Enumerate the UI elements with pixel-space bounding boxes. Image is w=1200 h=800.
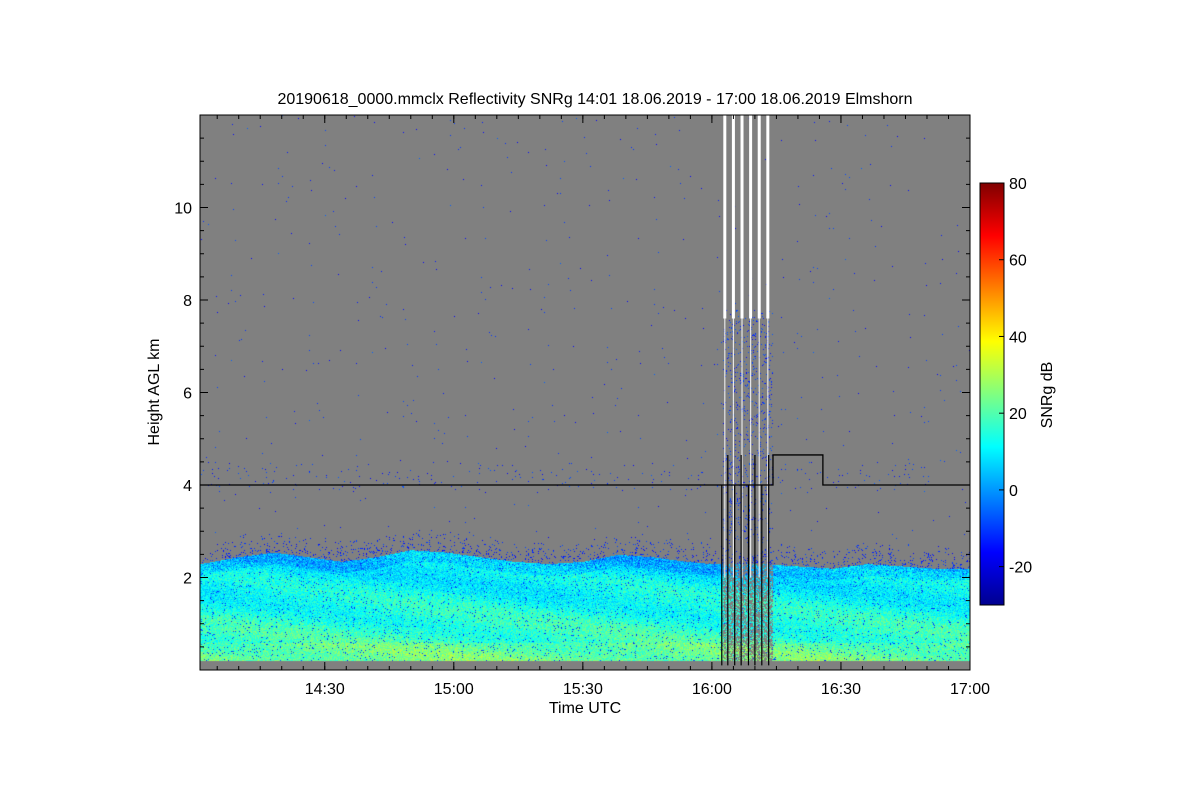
colorbar-tick-label-4: 60 <box>1009 253 1027 270</box>
colorbar-tick-label-3: 40 <box>1009 329 1027 346</box>
x-tick-label-2: 15:30 <box>563 681 603 698</box>
colorbar-tick-label-1: 0 <box>1009 483 1018 500</box>
reflectivity-heatmap <box>200 115 970 670</box>
x-tick-label-0: 14:30 <box>305 681 345 698</box>
y-tick-label-0: 2 <box>183 571 192 588</box>
gap-stripe-1 <box>731 115 735 319</box>
x-tick-label-4: 16:30 <box>821 681 861 698</box>
x-axis-label: Time UTC <box>549 700 621 717</box>
snr-chart: 20190618_0000.mmclx Reflectivity SNRg 14… <box>146 91 1056 717</box>
colorbar-label: SNRg dB <box>1039 362 1056 429</box>
gap-stripe-lower-1 <box>732 318 735 578</box>
colorbar-tick-label-2: 20 <box>1009 406 1027 423</box>
chart-title: 20190618_0000.mmclx Reflectivity SNRg 14… <box>277 91 912 108</box>
gap-stripe-4 <box>757 115 761 319</box>
gap-stripe-2 <box>740 115 744 319</box>
y-tick-label-3: 8 <box>183 293 192 310</box>
gap-stripe-5 <box>766 115 770 319</box>
gap-stripe-lower-0 <box>724 318 726 578</box>
y-axis-label: Height AGL km <box>146 338 163 445</box>
x-tick-label-3: 16:00 <box>692 681 732 698</box>
y-tick-label-4: 10 <box>174 201 192 218</box>
gap-stripe-0 <box>723 115 727 319</box>
colorbar <box>979 182 1005 606</box>
y-tick-label-2: 6 <box>183 386 192 403</box>
y-tick-label-1: 4 <box>183 478 192 495</box>
gap-stripe-lower-3 <box>750 318 752 578</box>
colorbar-tick-label-5: 80 <box>1009 176 1027 193</box>
gap-stripe-lower-4 <box>758 318 760 578</box>
x-tick-label-5: 17:00 <box>950 681 990 698</box>
plot-content <box>200 115 970 670</box>
x-tick-label-1: 15:00 <box>434 681 474 698</box>
colorbar-tick-label-0: -20 <box>1009 560 1032 577</box>
gap-stripe-3 <box>749 115 753 319</box>
